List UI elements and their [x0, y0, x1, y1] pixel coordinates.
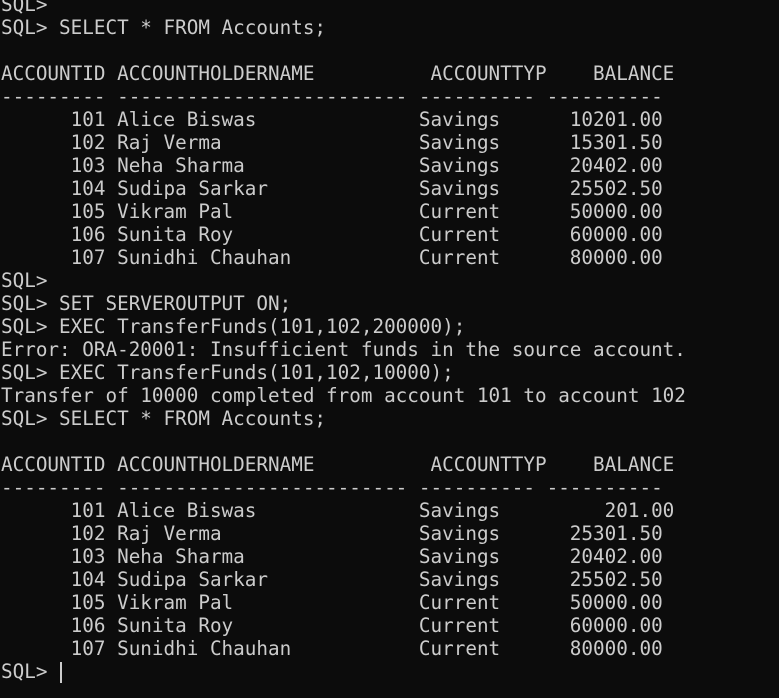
text-cursor — [60, 662, 63, 683]
table-row: 103 Neha Sharma Savings 20402.00 — [1, 154, 663, 177]
terminal-window[interactable]: SQL> SQL> SELECT * FROM Accounts; ACCOUN… — [0, 0, 779, 698]
output-line: SQL> SELECT * FROM Accounts; — [1, 407, 327, 430]
table-row: 107 Sunidhi Chauhan Current 80000.00 — [1, 637, 663, 660]
table-row: 102 Raj Verma Savings 15301.50 — [1, 131, 663, 154]
table-separator: --------- ------------------------- ----… — [1, 476, 663, 499]
table-header: ACCOUNTID ACCOUNTHOLDERNAME ACCOUNTTYP B… — [1, 453, 675, 476]
input-line[interactable]: SQL> — [1, 660, 686, 683]
output-line: SQL> SELECT * FROM Accounts; — [1, 16, 327, 39]
terminal-output: SQL> SQL> SELECT * FROM Accounts; ACCOUN… — [1, 0, 686, 683]
table-row: 101 Alice Biswas Savings 201.00 — [1, 499, 675, 522]
error-line: Error: ORA-20001: Insufficient funds in … — [1, 338, 686, 361]
table-row: 101 Alice Biswas Savings 10201.00 — [1, 108, 663, 131]
output-line: SQL> — [1, 269, 48, 292]
table-header: ACCOUNTID ACCOUNTHOLDERNAME ACCOUNTTYP B… — [1, 62, 675, 85]
output-line: SQL> EXEC TransferFunds(101,102,200000); — [1, 315, 466, 338]
table-row: 104 Sudipa Sarkar Savings 25502.50 — [1, 568, 663, 591]
output-line: SQL> EXEC TransferFunds(101,102,10000); — [1, 361, 454, 384]
table-row: 106 Sunita Roy Current 60000.00 — [1, 614, 663, 637]
output-line: Transfer of 10000 completed from account… — [1, 384, 686, 407]
table-row: 106 Sunita Roy Current 60000.00 — [1, 223, 663, 246]
output-line: SQL> SET SERVEROUTPUT ON; — [1, 292, 292, 315]
table-row: 105 Vikram Pal Current 50000.00 — [1, 591, 663, 614]
table-row: 104 Sudipa Sarkar Savings 25502.50 — [1, 177, 663, 200]
table-row: 107 Sunidhi Chauhan Current 80000.00 — [1, 246, 663, 269]
table-row: 105 Vikram Pal Current 50000.00 — [1, 200, 663, 223]
table-separator: --------- ------------------------- ----… — [1, 85, 663, 108]
output-line: SQL> — [1, 0, 48, 16]
table-row: 103 Neha Sharma Savings 20402.00 — [1, 545, 663, 568]
table-row: 102 Raj Verma Savings 25301.50 — [1, 522, 663, 545]
prompt: SQL> — [1, 660, 60, 683]
